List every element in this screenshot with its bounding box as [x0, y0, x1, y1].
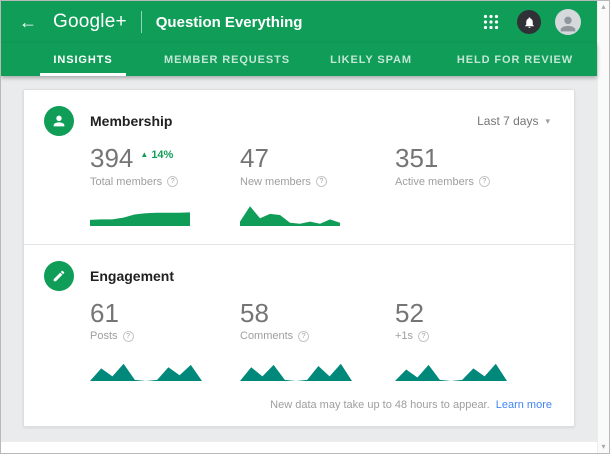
plus-ones-value: 52 — [395, 299, 424, 328]
posts-label: Posts — [90, 330, 118, 342]
help-icon[interactable]: ? — [167, 176, 178, 187]
tab-label: HELD FOR REVIEW — [457, 54, 573, 66]
new-members-label: New members — [240, 176, 311, 188]
insights-card: Membership Last 7 days ▾ 394 ▲ — [23, 89, 575, 427]
scrollbar-down-arrow[interactable]: ▾ — [601, 443, 605, 451]
membership-section: Membership Last 7 days ▾ 394 ▲ — [24, 90, 574, 244]
active-members-value: 351 — [395, 144, 438, 173]
total-members-label: Total members — [90, 176, 162, 188]
help-icon[interactable]: ? — [123, 331, 134, 342]
learn-more-link[interactable]: Learn more — [496, 399, 552, 411]
delta-badge: ▲ 14% — [140, 149, 173, 162]
comments-label: Comments — [240, 330, 293, 342]
tab-bar: INSIGHTS MEMBER REQUESTS LIKELY SPAM HEL… — [1, 43, 597, 76]
content-area: Membership Last 7 days ▾ 394 ▲ — [1, 76, 597, 442]
stat-comments: 58 Comments ? — [240, 299, 395, 382]
date-range-value: Last 7 days — [477, 114, 538, 128]
help-icon[interactable]: ? — [298, 331, 309, 342]
comments-value: 58 — [240, 299, 269, 328]
help-icon[interactable]: ? — [418, 331, 429, 342]
tab-label: INSIGHTS — [53, 54, 112, 66]
new-members-sparkline — [240, 204, 340, 226]
posts-value: 61 — [90, 299, 119, 328]
data-delay-note: New data may take up to 48 hours to appe… — [44, 399, 554, 411]
stat-posts: 61 Posts ? — [90, 299, 240, 382]
tab-insights[interactable]: INSIGHTS — [11, 43, 155, 76]
tab-label: LIKELY SPAM — [330, 54, 412, 66]
membership-title: Membership — [90, 113, 172, 129]
apps-grid-icon[interactable] — [483, 14, 499, 30]
new-members-value: 47 — [240, 144, 269, 173]
stat-active-members: 351 Active members ? — [395, 144, 554, 226]
help-icon[interactable]: ? — [479, 176, 490, 187]
comments-sparkline — [240, 358, 352, 381]
app-header: ← Google+ Question Everything — [1, 1, 597, 43]
stat-new-members: 47 New members ? — [240, 144, 395, 226]
arrow-up-icon: ▲ — [140, 149, 148, 162]
tab-label: MEMBER REQUESTS — [164, 54, 290, 66]
tab-likely-spam[interactable]: LIKELY SPAM — [299, 43, 443, 76]
header-divider — [141, 11, 142, 33]
page: ← Google+ Question Everything — [1, 1, 597, 453]
community-title: Question Everything — [156, 14, 303, 31]
total-members-value: 394 — [90, 144, 133, 173]
plus-ones-sparkline — [395, 358, 507, 381]
posts-sparkline — [90, 358, 202, 381]
stat-total-members: 394 ▲ 14% Total members ? — [90, 144, 240, 226]
stat-plus-ones: 52 +1s ? — [395, 299, 554, 382]
browser-viewport: ← Google+ Question Everything — [0, 0, 610, 454]
tab-member-requests[interactable]: MEMBER REQUESTS — [155, 43, 299, 76]
footer-note: New data may take up to 48 hours to appe… — [270, 399, 490, 411]
membership-person-icon — [44, 106, 74, 136]
help-icon[interactable]: ? — [316, 176, 327, 187]
notifications-icon[interactable] — [517, 10, 541, 34]
avatar[interactable] — [555, 9, 581, 35]
date-range-dropdown[interactable]: Last 7 days ▾ — [477, 114, 554, 128]
chevron-down-icon: ▾ — [545, 116, 550, 127]
engagement-pencil-icon — [44, 261, 74, 291]
back-button[interactable]: ← — [15, 13, 41, 31]
google-plus-logo[interactable]: Google+ — [53, 11, 127, 33]
plus-ones-label: +1s — [395, 330, 413, 342]
total-members-sparkline — [90, 204, 190, 226]
scrollbar[interactable]: ▴ ▾ — [597, 1, 609, 453]
engagement-section: Engagement 61 Posts ? — [24, 245, 574, 430]
active-members-label: Active members — [395, 176, 474, 188]
scrollbar-up-arrow[interactable]: ▴ — [601, 3, 605, 11]
tab-held-for-review[interactable]: HELD FOR REVIEW — [443, 43, 587, 76]
engagement-title: Engagement — [90, 268, 174, 284]
delta-value: 14% — [151, 149, 173, 162]
